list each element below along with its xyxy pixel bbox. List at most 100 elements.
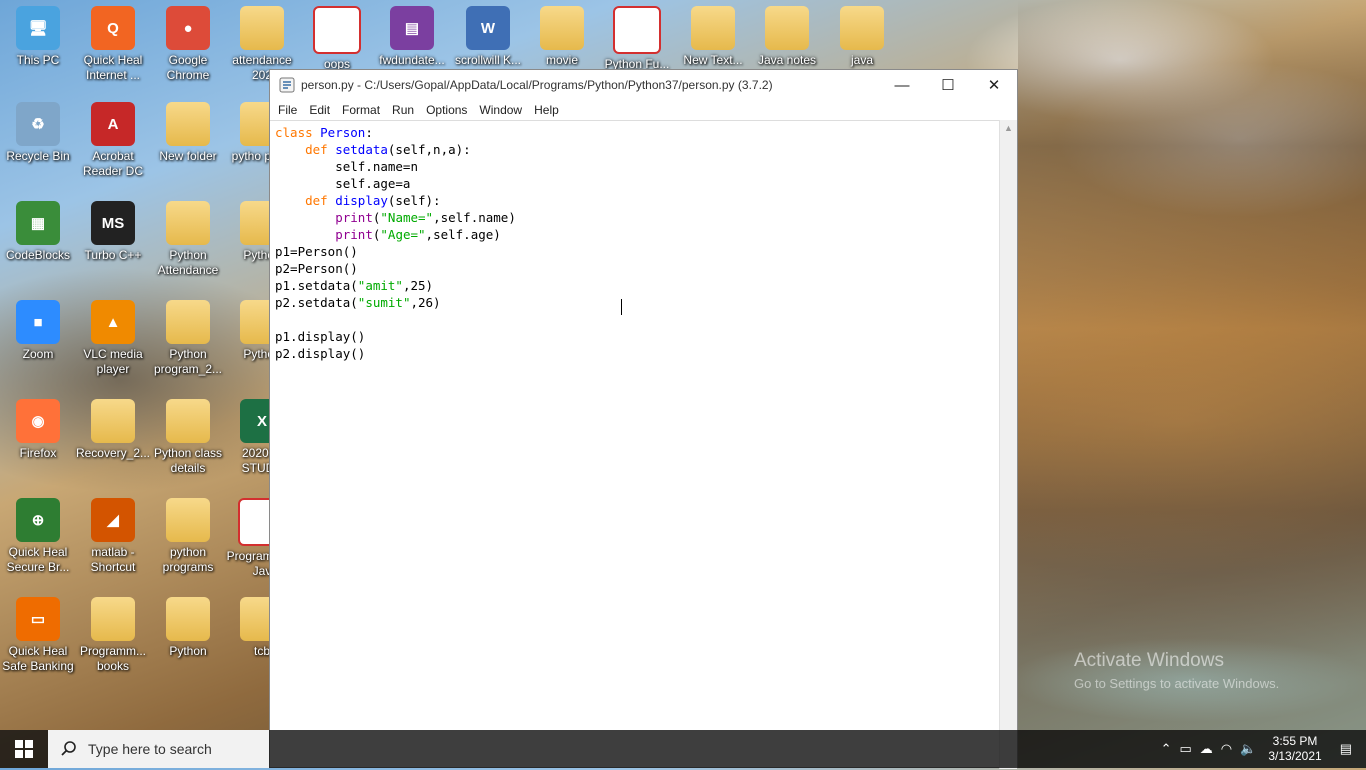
desktop-icon[interactable]: 🖥 This PC xyxy=(0,6,76,68)
desktop-icon[interactable]: ◉ Firefox xyxy=(0,399,76,461)
menu-run[interactable]: Run xyxy=(386,103,420,117)
app-icon: ▤ xyxy=(390,6,434,50)
desktop-icon-label: Acrobat Reader DC xyxy=(82,149,144,178)
desktop-icon-label: VLC media player xyxy=(83,347,143,376)
folder-icon xyxy=(166,399,210,443)
app-icon: ▦ xyxy=(16,201,60,245)
desktop-icon[interactable]: Wscrollwill K... xyxy=(450,6,526,68)
code-token: "Age=" xyxy=(380,227,426,242)
code-line: class Person: xyxy=(275,125,373,140)
desktop-icon[interactable]: Java notes xyxy=(749,6,825,68)
code-line: print("Name=",self.name) xyxy=(275,210,516,225)
code-token: "Name=" xyxy=(380,210,434,225)
desktop-icon-label: Quick Heal Secure Br... xyxy=(6,545,70,574)
menu-bar: File Edit Format Run Options Window Help xyxy=(270,100,1017,120)
window-title: person.py - C:/Users/Gopal/AppData/Local… xyxy=(301,78,773,92)
folder-icon xyxy=(166,300,210,344)
desktop-icon[interactable]: java xyxy=(824,6,900,68)
taskbar: Type here to search ⌃ ▭ ☁ ◠ 🔈 3:55 PM 3/… xyxy=(0,730,1366,768)
desktop-icon[interactable]: Recovery_2... xyxy=(75,399,151,461)
code-token: (self,n,a): xyxy=(387,142,471,157)
app-icon: ● xyxy=(166,6,210,50)
code-line: def display(self): xyxy=(275,193,441,208)
minimize-button[interactable]: — xyxy=(879,70,925,100)
code-line: def setdata(self,n,a): xyxy=(275,142,471,157)
desktop-icon-label: fwdundate... xyxy=(379,53,445,67)
search-placeholder: Type here to search xyxy=(88,741,212,757)
desktop-icon[interactable]: ⊕ Quick Heal Secure Br... xyxy=(0,498,76,575)
desktop-icon[interactable]: Q Quick Heal Internet ... xyxy=(75,6,151,83)
desktop-icon[interactable]: New Text... xyxy=(675,6,751,68)
text-cursor-icon xyxy=(621,299,624,315)
desktop-icon[interactable]: PDF oops xyxy=(299,6,375,72)
cloud-icon[interactable]: ☁ xyxy=(1200,741,1213,757)
desktop-icon-label: scrollwill K... xyxy=(454,53,521,67)
code-token: (self): xyxy=(387,193,441,208)
desktop-icon[interactable]: ▲ VLC media player xyxy=(75,300,151,377)
desktop-icon[interactable]: ■ Zoom xyxy=(0,300,76,362)
desktop-icon[interactable]: python programs xyxy=(150,498,226,575)
desktop-icon[interactable]: Python xyxy=(150,597,226,659)
app-icon: W xyxy=(466,6,510,50)
clock[interactable]: 3:55 PM 3/13/2021 xyxy=(1268,734,1321,764)
desktop-icon-label: Recovery_2... xyxy=(75,446,151,460)
folder-icon xyxy=(540,6,584,50)
volume-icon[interactable]: 🔈 xyxy=(1240,741,1256,757)
desktop-icon[interactable]: ▭ Quick Heal Safe Banking xyxy=(0,597,76,674)
app-icon: ■ xyxy=(16,300,60,344)
chevron-up-icon[interactable]: ⌃ xyxy=(1161,741,1172,757)
desktop-icon[interactable]: movie xyxy=(524,6,600,68)
menu-format[interactable]: Format xyxy=(336,103,386,117)
app-icon: ◢ xyxy=(91,498,135,542)
taskbar-search-box[interactable]: Type here to search xyxy=(48,730,269,768)
folder-icon xyxy=(166,102,210,146)
desktop-icon-label: Zoom xyxy=(22,347,54,361)
desktop-icon[interactable]: Programm... books xyxy=(75,597,151,674)
clock-time: 3:55 PM xyxy=(1272,734,1318,748)
folder-icon xyxy=(691,6,735,50)
desktop-icon[interactable]: Python program_2... xyxy=(150,300,226,377)
desktop-icon[interactable]: A Acrobat Reader DC xyxy=(75,102,151,179)
menu-help[interactable]: Help xyxy=(528,103,565,117)
app-icon: A xyxy=(91,102,135,146)
code-token: setdata xyxy=(335,142,388,157)
menu-window[interactable]: Window xyxy=(473,103,528,117)
battery-icon[interactable]: ▭ xyxy=(1179,741,1191,757)
close-button[interactable]: ✕ xyxy=(971,70,1017,100)
app-icon: ⊕ xyxy=(16,498,60,542)
title-bar[interactable]: person.py - C:/Users/Gopal/AppData/Local… xyxy=(270,70,1017,100)
desktop-icon-label: Java notes xyxy=(757,53,817,67)
menu-edit[interactable]: Edit xyxy=(303,103,336,117)
desktop-icon-label: matlab - Shortcut xyxy=(90,545,136,574)
desktop-icon[interactable]: ● Google Chrome xyxy=(150,6,226,83)
desktop-icon-label: Python xyxy=(169,644,207,658)
desktop-icon[interactable]: MS Turbo C++ xyxy=(75,201,151,263)
app-icon: Q xyxy=(91,6,135,50)
code-line: p2.setdata("sumit",26) xyxy=(275,295,441,310)
desktop-icon[interactable]: ▦ CodeBlocks xyxy=(0,201,76,263)
app-icon: MS xyxy=(91,201,135,245)
desktop-icon[interactable]: Python Attendance xyxy=(150,201,226,278)
menu-file[interactable]: File xyxy=(272,103,303,117)
wifi-icon[interactable]: ◠ xyxy=(1221,741,1232,757)
desktop-icon[interactable]: New folder xyxy=(150,102,226,164)
desktop-icon[interactable]: PDF Python Fu... xyxy=(599,6,675,72)
desktop-icon[interactable]: Python class details xyxy=(150,399,226,476)
vertical-scrollbar[interactable]: ▲ xyxy=(999,120,1017,769)
code-token: ,self.age) xyxy=(425,227,501,242)
scroll-up-icon[interactable]: ▲ xyxy=(1000,120,1017,133)
desktop-icon[interactable]: ♻ Recycle Bin xyxy=(0,102,76,164)
maximize-button[interactable]: ☐ xyxy=(925,70,971,100)
code-token: self.name=n xyxy=(275,159,418,174)
desktop-icon[interactable]: ◢ matlab - Shortcut xyxy=(75,498,151,575)
code-text[interactable]: class Person: def setdata(self,n,a): sel… xyxy=(270,121,1001,362)
desktop-icon[interactable]: ▤ fwdundate... xyxy=(374,6,450,68)
desktop-icon-label: CodeBlocks xyxy=(5,248,71,262)
notification-icon[interactable]: ▤ xyxy=(1340,741,1352,757)
code-editor[interactable]: class Person: def setdata(self,n,a): sel… xyxy=(270,120,1001,770)
start-button[interactable] xyxy=(0,730,48,768)
folder-icon xyxy=(765,6,809,50)
code-token: print xyxy=(335,227,373,242)
menu-options[interactable]: Options xyxy=(420,103,473,117)
desktop-icon-label: Turbo C++ xyxy=(84,248,142,262)
